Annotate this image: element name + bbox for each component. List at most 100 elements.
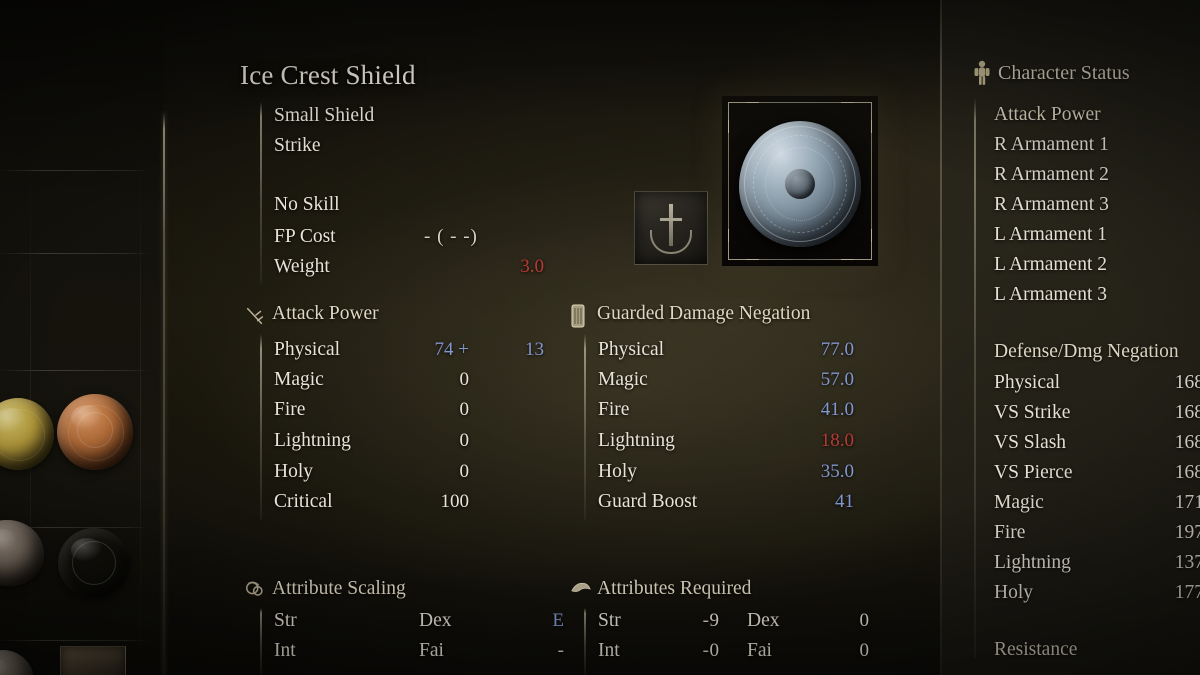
cs-defense-magic-label: Magic	[994, 492, 1044, 513]
fp-cost-value: - ( - -)	[424, 226, 478, 247]
weight-label: Weight	[274, 256, 330, 277]
list-item[interactable]	[0, 398, 58, 474]
section-accent-bar	[260, 334, 262, 520]
attack-magic-label: Magic	[274, 369, 324, 390]
required-int-label: Int	[598, 640, 620, 661]
cs-resistance-heading: Resistance	[994, 639, 1078, 660]
cs-defense-heading: Defense/Dmg Negation	[994, 341, 1179, 362]
item-category: Small Shield	[274, 105, 375, 126]
cs-l-armament-3-label: L Armament 3	[994, 284, 1108, 305]
shield-icon	[571, 304, 585, 328]
negation-physical-value: 77.0	[820, 339, 854, 360]
negation-fire-value: 41.0	[820, 399, 854, 420]
negation-holy-value: 35.0	[820, 461, 854, 482]
page-title: Ice Crest Shield	[240, 60, 416, 90]
attribute-scaling-heading: Attribute Scaling	[272, 578, 406, 599]
negation-magic-value: 57.0	[820, 369, 854, 390]
attack-holy-value: 0	[459, 461, 470, 482]
cs-defense-vs-strike-value: 168	[1174, 402, 1200, 423]
grid-divider	[0, 253, 150, 254]
inventory-grid-panel[interactable]	[0, 0, 164, 675]
negation-holy-label: Holy	[598, 461, 637, 482]
guard-boost-value: 41	[835, 491, 854, 512]
cs-defense-physical-value: 168	[1174, 372, 1200, 393]
required-str-label: Str	[598, 610, 621, 631]
item-thumbnail-frame	[722, 96, 878, 266]
item-skill: No Skill	[274, 194, 340, 215]
shield-ring	[72, 541, 116, 585]
attack-fire-value: 0	[459, 399, 470, 420]
section-accent-bar	[974, 98, 976, 658]
sword-guard-glyph	[660, 218, 682, 221]
frame-edge	[746, 102, 854, 103]
cs-defense-physical-label: Physical	[994, 372, 1061, 393]
frame-edge	[728, 120, 729, 242]
required-int-value: 0	[709, 640, 720, 661]
character-status-title: Character Status	[998, 62, 1130, 84]
grid-divider	[0, 170, 150, 171]
negation-fire-label: Fire	[598, 399, 630, 420]
list-item[interactable]	[0, 650, 48, 675]
cs-defense-holy-label: Holy	[994, 582, 1033, 603]
attack-magic-value: 0	[459, 369, 470, 390]
cs-defense-vs-strike-label: VS Strike	[994, 402, 1071, 423]
frame-edge	[746, 259, 854, 260]
attack-critical-value: 100	[440, 491, 470, 512]
shield-boss	[785, 169, 815, 200]
list-item[interactable]	[58, 528, 134, 604]
attack-physical-bonus: 13	[525, 339, 544, 360]
cs-defense-lightning-label: Lightning	[994, 552, 1071, 573]
cs-defense-fire-value: 197	[1174, 522, 1200, 543]
thorn-shield-icon	[0, 520, 44, 586]
no-skill-icon	[634, 191, 708, 265]
section-accent-bar	[584, 334, 586, 520]
grid-divider	[0, 640, 150, 641]
character-figure-icon	[974, 60, 990, 85]
cs-defense-lightning-value: 137	[1174, 552, 1200, 573]
required-str-value: 9	[709, 610, 720, 631]
shield-ring	[77, 412, 113, 448]
frame-corner	[841, 229, 872, 260]
required-fai-label: Fai	[747, 640, 772, 661]
negation-lightning-value: 18.0	[820, 430, 854, 451]
section-accent-bar	[584, 608, 586, 675]
attack-physical-label: Physical	[274, 339, 341, 360]
scaling-fai-label: Fai	[419, 640, 444, 661]
crest-banner-shield-icon	[60, 646, 126, 675]
cs-defense-vs-pierce-label: VS Pierce	[994, 462, 1073, 483]
list-item[interactable]	[60, 646, 136, 675]
guard-boost-label: Guard Boost	[598, 491, 698, 512]
negation-lightning-label: Lightning	[598, 430, 675, 451]
required-dex-label: Dex	[747, 610, 780, 631]
attack-fire-label: Fire	[274, 399, 306, 420]
scaling-rune-icon	[245, 581, 263, 596]
scaling-dex-label: Dex	[419, 610, 452, 631]
cs-defense-magic-value: 171	[1174, 492, 1200, 513]
fp-cost-label: FP Cost	[274, 226, 336, 247]
weight-value: 3.0	[520, 256, 544, 277]
frame-corner	[728, 229, 759, 260]
scaling-int-label: Int	[274, 640, 296, 661]
character-status-panel: Character Status Attack Power R Armament…	[940, 0, 1200, 675]
list-item[interactable]	[57, 394, 133, 470]
cs-l-armament-2-label: L Armament 2	[994, 254, 1108, 275]
section-accent-bar	[260, 608, 262, 675]
required-dex-value: 0	[859, 610, 870, 631]
negation-physical-label: Physical	[598, 339, 665, 360]
scaling-str-label: Str	[274, 610, 297, 631]
item-detail-panel: Ice Crest Shield Small Shield Strike No …	[164, 0, 940, 675]
sword-icon	[246, 307, 264, 325]
grid-divider	[0, 370, 150, 371]
ice-crest-shield-icon	[739, 121, 861, 248]
list-item[interactable]	[0, 520, 50, 596]
attributes-required-heading: Attributes Required	[597, 578, 752, 599]
cs-attack-power-heading: Attack Power	[994, 104, 1101, 125]
cs-r-armament-2-label: R Armament 2	[994, 164, 1109, 185]
cs-defense-vs-slash-value: 168	[1174, 432, 1200, 453]
cs-defense-holy-value: 177	[1174, 582, 1200, 603]
negation-magic-label: Magic	[598, 369, 648, 390]
attack-power-heading: Attack Power	[272, 303, 379, 324]
attack-lightning-value: 0	[459, 430, 470, 451]
elden-ring-equipment-screen: Ice Crest Shield Small Shield Strike No …	[0, 0, 1200, 675]
cs-defense-vs-slash-label: VS Slash	[994, 432, 1067, 453]
